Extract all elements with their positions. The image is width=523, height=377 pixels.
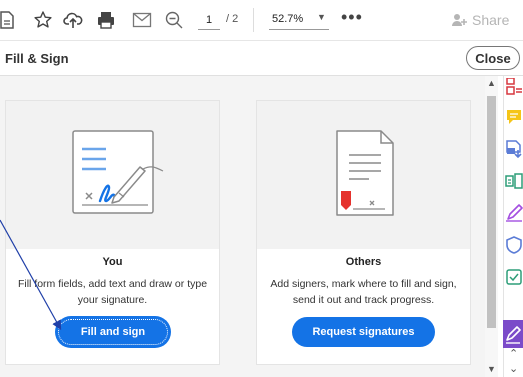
card-others: Others Add signers, mark where to fill a… xyxy=(256,100,471,365)
chevron-down-icon: ▼ xyxy=(317,12,326,22)
zoom-dropdown[interactable]: 52.7% ▼ xyxy=(269,11,329,30)
export-pdf-icon[interactable] xyxy=(505,140,523,159)
card-you-description: Fill form fields, add text and draw or t… xyxy=(17,278,208,306)
rail-scroll-down-icon[interactable]: ⌄ xyxy=(509,362,518,375)
fill-sign-pen-icon[interactable] xyxy=(505,204,523,222)
more-tools-button[interactable]: ••• xyxy=(341,7,363,28)
request-signature-document-icon xyxy=(336,130,394,216)
card-others-description: Add signers, mark where to fill and sign… xyxy=(270,278,457,306)
print-icon[interactable] xyxy=(95,9,117,31)
panel-title: Fill & Sign xyxy=(5,51,69,66)
rail-scroll-up-icon[interactable]: ⌃ xyxy=(509,347,518,360)
request-signatures-button[interactable]: Request signatures xyxy=(292,317,435,347)
toolbar-divider xyxy=(253,8,254,32)
fill-and-sign-button[interactable]: Fill and sign xyxy=(56,317,170,347)
card-others-title: Others xyxy=(345,256,382,268)
panel-header xyxy=(0,41,523,76)
share-button[interactable]: Share xyxy=(452,11,509,29)
scroll-down-arrow-icon[interactable]: ▼ xyxy=(487,364,496,374)
protect-shield-icon[interactable] xyxy=(505,236,523,254)
share-label: Share xyxy=(472,12,510,28)
fill-sign-active-tool[interactable] xyxy=(503,320,523,348)
scroll-up-arrow-icon[interactable]: ▲ xyxy=(487,78,496,88)
page-number-input[interactable] xyxy=(198,11,220,30)
fill-sign-active-icon xyxy=(506,326,521,344)
card-you-title: You xyxy=(102,256,123,268)
upload-icon[interactable] xyxy=(62,9,84,31)
sign-document-icon xyxy=(72,130,164,214)
email-icon[interactable] xyxy=(131,9,153,31)
create-pdf-icon[interactable] xyxy=(0,9,18,31)
edit-pdf-icon[interactable] xyxy=(505,172,523,190)
organize-pages-icon[interactable] xyxy=(505,77,523,96)
card-you-illustration xyxy=(6,101,219,249)
card-you: You Fill form fields, add text and draw … xyxy=(5,100,220,365)
share-user-icon xyxy=(452,14,467,26)
page-total-label: / 2 xyxy=(226,13,239,25)
card-others-illustration xyxy=(257,101,470,249)
zoom-value: 52.7% xyxy=(272,13,304,25)
bookmark-star-icon[interactable] xyxy=(32,9,54,31)
comment-icon[interactable] xyxy=(505,108,523,126)
send-for-review-icon[interactable] xyxy=(505,268,523,286)
scrollbar-thumb[interactable] xyxy=(487,96,496,328)
zoom-out-icon[interactable] xyxy=(163,9,185,31)
close-button[interactable]: Close xyxy=(466,46,520,70)
